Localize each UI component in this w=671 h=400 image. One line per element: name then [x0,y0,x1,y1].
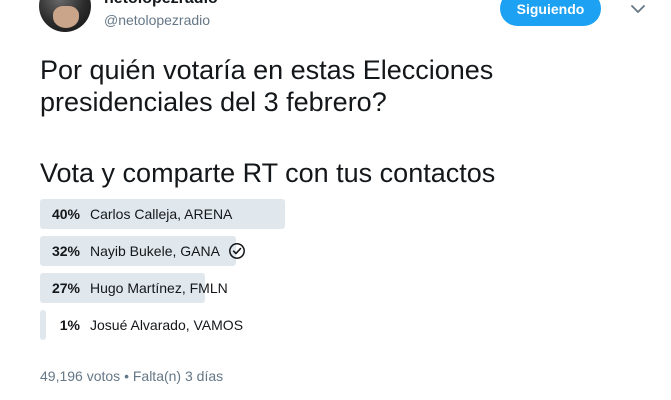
poll-option-label: Carlos Calleja, ARENA [90,206,233,222]
following-button[interactable]: Siguiendo [500,0,601,26]
poll-option: 32% Nayib Bukele, GANA [40,236,600,266]
tweet-text-secondary: Vota y comparte RT con tus contactos [40,158,496,188]
poll-separator: • [124,368,129,384]
poll-time-left: Falta(n) 3 días [132,368,224,384]
poll-percent: 1% [59,317,80,333]
poll-option: 1% Josué Alvarado, VAMOS [40,310,600,340]
poll-option-label: Nayib Bukele, GANA [90,243,220,259]
author-display-name[interactable]: netolopezradio [104,0,218,8]
poll-percent: 32% [51,243,80,259]
poll-option: 40% Carlos Calleja, ARENA [40,199,600,229]
poll-percent: 40% [51,206,80,222]
poll-meta: 49,196 votos • Falta(n) 3 días [40,368,223,384]
poll-option-label: Hugo Martínez, FMLN [90,280,228,296]
check-circle-icon [229,243,245,259]
poll-option-label: Josué Alvarado, VAMOS [90,317,244,333]
author-handle[interactable]: @netolopezradio [104,12,210,28]
poll: 40% Carlos Calleja, ARENA 32% Nayib Buke… [40,199,600,347]
poll-option: 27% Hugo Martínez, FMLN [40,273,600,303]
chevron-down-icon[interactable] [629,0,647,18]
poll-vote-count: 49,196 votos [40,368,121,384]
tweet-text: Por quién votaría en estas Elecciones pr… [40,55,494,117]
avatar[interactable] [39,0,91,32]
poll-percent: 27% [51,280,80,296]
